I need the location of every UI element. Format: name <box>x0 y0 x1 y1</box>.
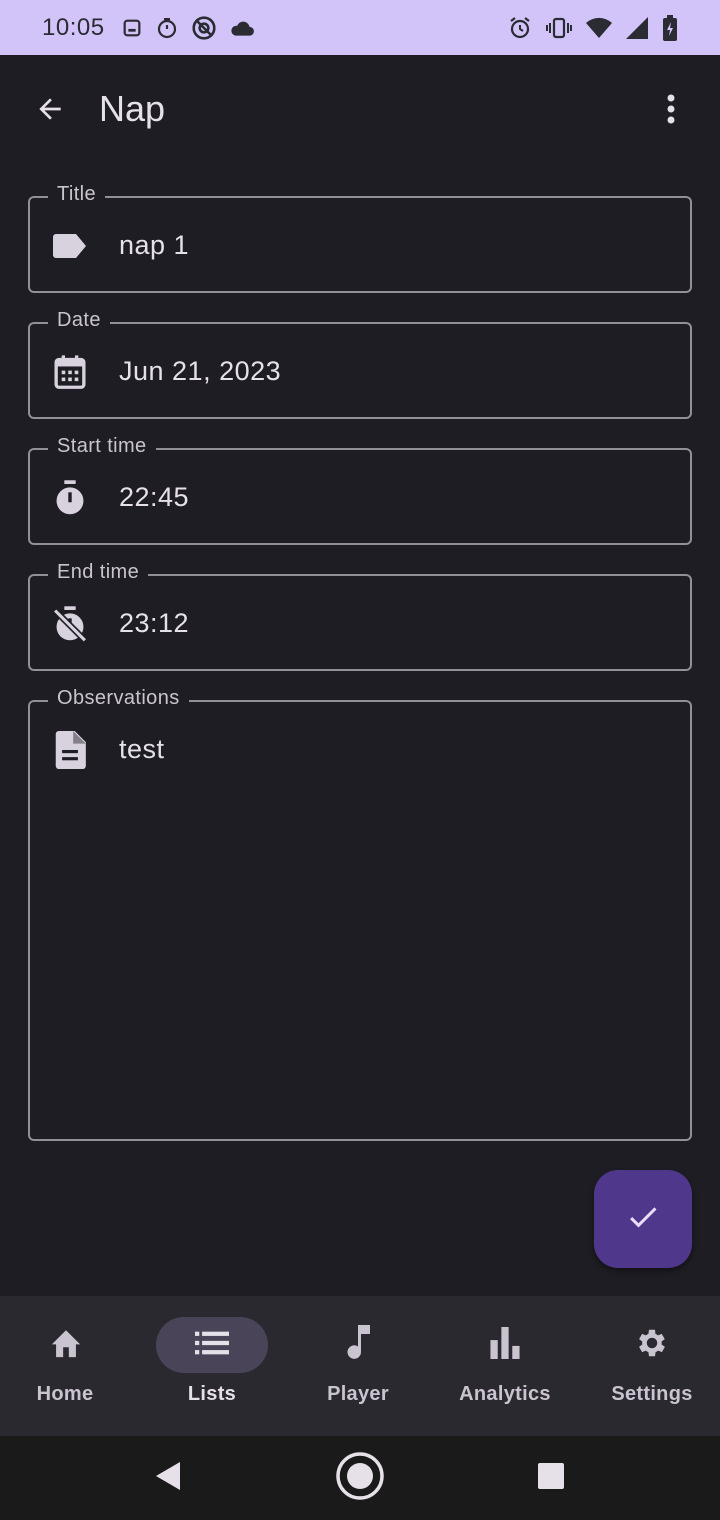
nav-item-player[interactable]: Player <box>290 1296 434 1436</box>
at-sign-icon <box>191 15 217 41</box>
end-time-input[interactable]: 23:12 <box>119 608 189 639</box>
more-vert-icon <box>666 93 676 130</box>
title-input[interactable]: nap 1 <box>119 230 189 261</box>
nav-item-analytics[interactable]: Analytics <box>437 1296 581 1436</box>
save-button[interactable] <box>594 1170 692 1268</box>
date-input[interactable]: Jun 21, 2023 <box>119 356 281 387</box>
recents-square-icon <box>537 1462 565 1495</box>
calendar-icon <box>52 354 88 390</box>
system-navigation-bar <box>0 1436 720 1520</box>
start-time-field-label: Start time <box>48 435 156 458</box>
back-button[interactable] <box>30 91 70 131</box>
gear-icon <box>634 1325 670 1366</box>
top-app-bar: Nap <box>0 55 720 167</box>
home-icon <box>49 1327 83 1364</box>
nav-item-lists[interactable]: Lists <box>144 1296 288 1436</box>
title-field-label: Title <box>48 183 106 206</box>
status-notification-icons <box>121 15 255 41</box>
alarm-icon <box>508 16 532 40</box>
observations-field-label: Observations <box>48 687 189 710</box>
nav-label: Lists <box>187 1383 237 1405</box>
status-bar: 10:05 <box>0 0 720 55</box>
bar-chart-icon <box>490 1326 520 1364</box>
start-time-input[interactable]: 22:45 <box>119 482 189 513</box>
sim-card-icon <box>121 17 143 39</box>
status-system-icons <box>508 14 678 41</box>
nav-label: Analytics <box>459 1383 551 1405</box>
nav-indicator <box>10 1317 122 1373</box>
nav-indicator <box>596 1317 708 1373</box>
title-field[interactable]: Title nap 1 <box>28 183 692 293</box>
list-icon <box>195 1330 229 1361</box>
end-time-field[interactable]: End time 23:12 <box>28 561 692 671</box>
wifi-icon <box>586 17 612 39</box>
back-triangle-icon <box>154 1461 182 1496</box>
arrow-back-icon <box>34 93 66 130</box>
vibrate-icon <box>546 16 572 40</box>
nav-indicator <box>449 1317 561 1373</box>
timer-off-icon <box>52 606 88 643</box>
bottom-navigation: Home Lists Player Analytics Settings <box>0 1296 720 1436</box>
observations-input[interactable]: test <box>119 734 165 765</box>
cloud-icon <box>229 17 255 39</box>
end-time-field-label: End time <box>48 561 149 584</box>
nav-label: Home <box>36 1383 94 1405</box>
signal-icon <box>626 16 648 39</box>
page-title: Nap <box>99 88 166 129</box>
nav-label: Player <box>327 1383 389 1405</box>
nav-item-home[interactable]: Home <box>0 1296 144 1436</box>
nav-indicator <box>302 1317 414 1373</box>
nav-label: Settings <box>611 1383 693 1405</box>
status-time: 10:05 <box>42 13 105 41</box>
date-field-label: Date <box>48 309 110 332</box>
home-circle-icon <box>336 1451 384 1505</box>
system-back-button[interactable] <box>144 1454 192 1502</box>
label-tag-icon <box>52 228 88 264</box>
start-time-field[interactable]: Start time 22:45 <box>28 435 692 545</box>
observations-field[interactable]: Observations test <box>28 687 692 1141</box>
timer-icon <box>52 480 88 516</box>
check-icon <box>625 1199 661 1240</box>
nav-indicator-active <box>156 1317 268 1373</box>
battery-icon <box>662 14 678 41</box>
timer-icon <box>155 16 179 40</box>
system-home-button[interactable] <box>336 1451 384 1505</box>
music-note-icon <box>345 1324 371 1366</box>
system-recents-button[interactable] <box>527 1454 575 1502</box>
document-icon <box>52 731 88 769</box>
more-options-button[interactable] <box>651 91 691 131</box>
nav-item-settings[interactable]: Settings <box>584 1296 720 1436</box>
date-field[interactable]: Date Jun 21, 2023 <box>28 309 692 419</box>
